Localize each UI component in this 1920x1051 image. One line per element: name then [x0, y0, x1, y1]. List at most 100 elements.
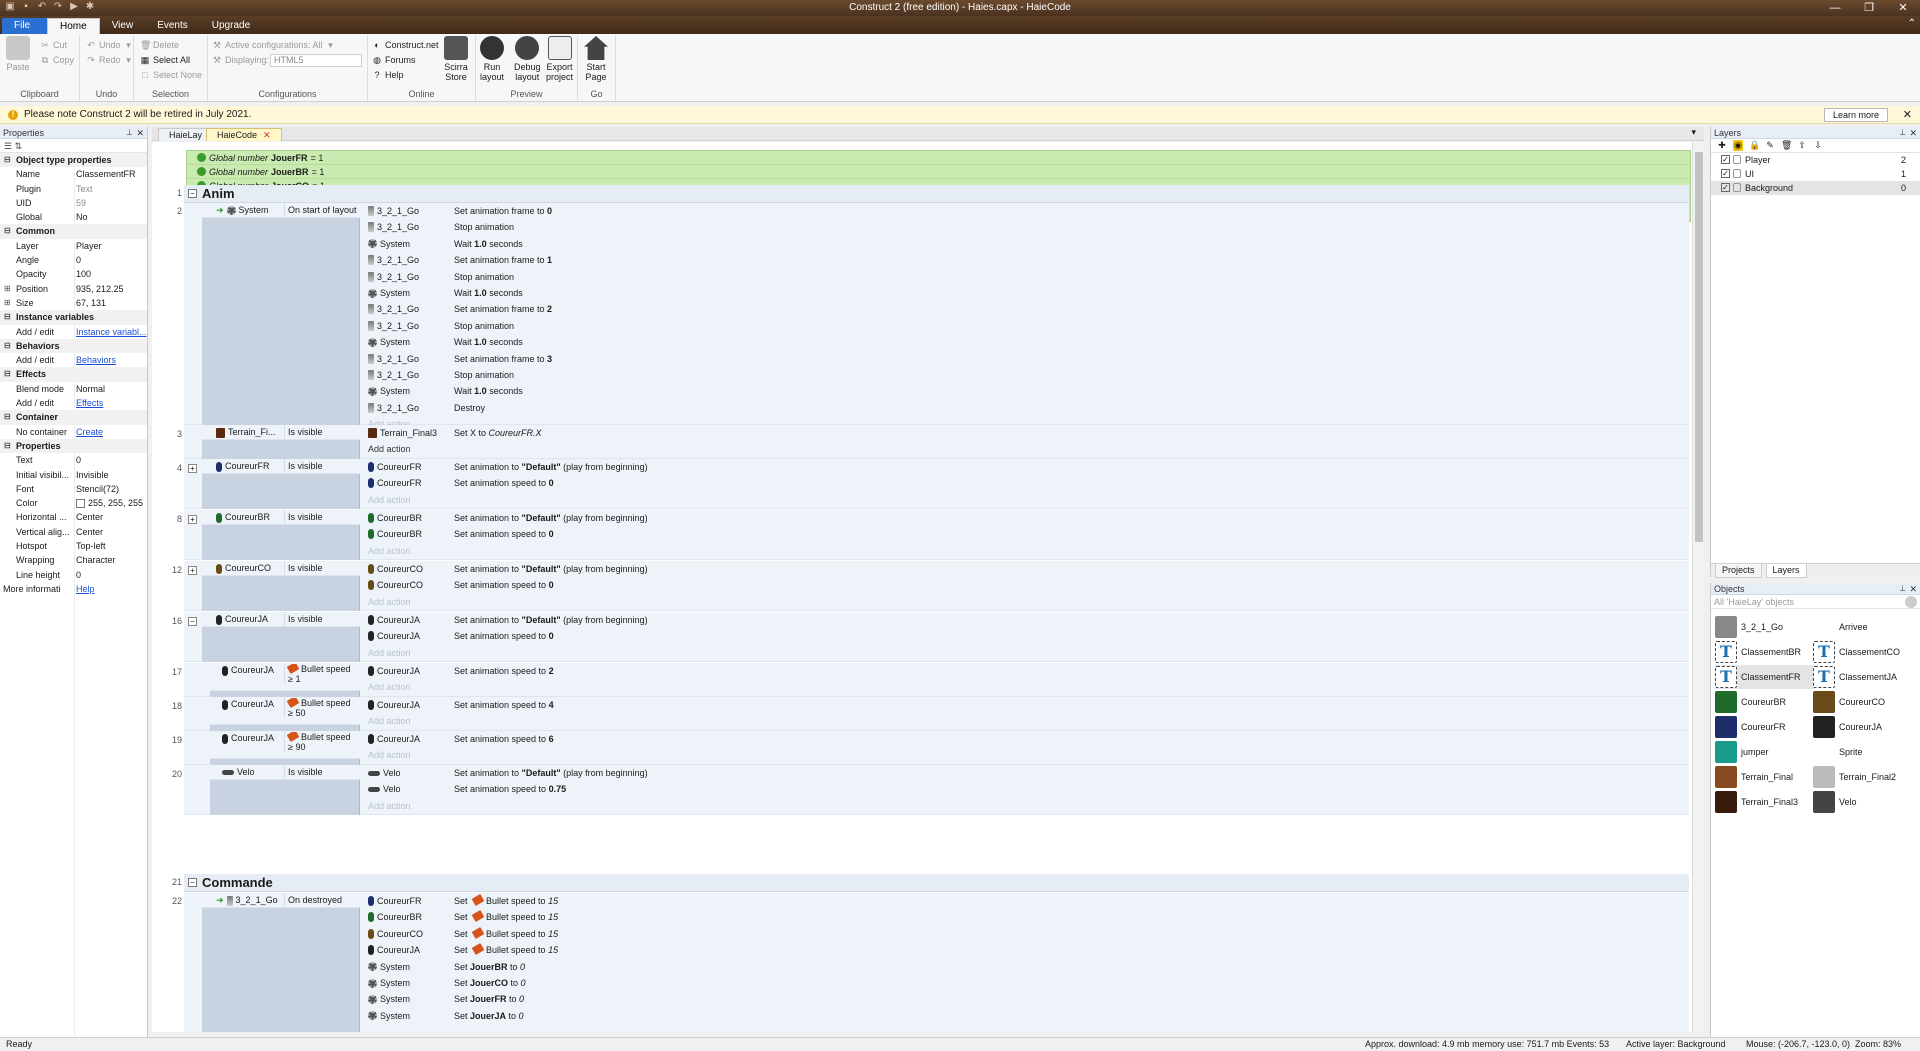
close-icon[interactable]: ✕ [1909, 127, 1917, 139]
collapse-icon[interactable]: ⊟ [4, 367, 11, 381]
layer-lock-icon[interactable] [1733, 155, 1741, 164]
action-row[interactable]: CoureurBR Set animation speed to 0 [366, 526, 1688, 542]
object-item[interactable]: 3_2_1_Go [1715, 615, 1815, 639]
lock-icon[interactable]: 🔒 [1749, 140, 1760, 151]
displaying-select[interactable]: HTML5 [270, 54, 362, 67]
property-row[interactable]: Wrapping Character [0, 553, 147, 567]
action-row[interactable]: Terrain_Final3 Set X to CoureurFR.X [366, 425, 1688, 441]
object-item[interactable]: T ClassementJA [1813, 665, 1913, 689]
close-button[interactable]: ✕ [1886, 0, 1920, 16]
layer-row[interactable]: ✓ UI 1 [1711, 167, 1920, 181]
action-row[interactable]: CoureurCO Set animation speed to 0 [366, 577, 1688, 593]
property-value[interactable]: Effects [76, 396, 147, 410]
pin-icon[interactable]: ⊥ [1899, 127, 1906, 139]
property-row[interactable]: Add / edit Behaviors [0, 353, 147, 367]
property-row[interactable]: Layer Player [0, 239, 147, 253]
condition-row[interactable]: CoureurJA Bullet speed ≥ 1 [210, 663, 360, 691]
action-row[interactable]: 3_2_1_Go Stop animation [366, 219, 1688, 235]
action-row[interactable]: System Set JouerCO to 0 [366, 975, 1688, 991]
maximize-button[interactable]: ❐ [1852, 0, 1886, 16]
condition-row[interactable]: CoureurFR Is visible [202, 459, 360, 474]
condition-row[interactable]: ➜ System On start of layout [202, 203, 360, 218]
scrollbar-thumb[interactable] [1695, 152, 1703, 542]
expand-icon[interactable]: ⊞ [4, 282, 11, 296]
property-row[interactable]: Opacity 100 [0, 267, 147, 281]
add-action-link[interactable]: Add action [366, 679, 1688, 695]
object-item[interactable]: Terrain_Final3 [1715, 790, 1815, 814]
collapse-icon[interactable]: ⊟ [4, 439, 11, 453]
condition-row[interactable]: Terrain_Fi... Is visible [202, 425, 360, 440]
property-value[interactable]: Stencil(72) [76, 482, 147, 496]
action-row[interactable]: CoureurFR Set animation to "Default" (pla… [366, 459, 1688, 475]
edit-icon[interactable]: ✎ [1765, 140, 1775, 151]
action-row[interactable]: Velo Set animation to "Default" (play fro… [366, 765, 1688, 781]
property-value[interactable]: 0 [76, 253, 147, 267]
action-row[interactable]: CoureurJA Set animation speed to 2 [366, 663, 1688, 679]
close-icon[interactable]: ✕ [136, 127, 144, 139]
expand-icon[interactable]: + [188, 515, 197, 524]
action-row[interactable]: System Wait 1.0 seconds [366, 285, 1688, 301]
property-row[interactable]: Name ClassementFR [0, 167, 147, 181]
collapse-icon[interactable]: ⊟ [4, 153, 11, 167]
property-row[interactable]: Add / edit Effects [0, 396, 147, 410]
global-variable[interactable]: Global number JouerFR = 1 [187, 151, 1690, 165]
action-row[interactable]: System Set JouerFR to 0 [366, 991, 1688, 1007]
add-action-link[interactable]: Add action [366, 645, 1688, 661]
tab-view[interactable]: View [100, 18, 146, 34]
learn-more-button[interactable]: Learn more [1823, 108, 1888, 122]
move-down-icon[interactable]: ⇩ [1813, 140, 1823, 151]
add-action-link[interactable]: Add action [366, 492, 1688, 508]
add-action-link[interactable]: Add action [366, 798, 1688, 814]
action-row[interactable]: CoureurJA Set animation speed to 0 [366, 628, 1688, 644]
debug-layout-button[interactable]: Debug layout [514, 36, 541, 82]
action-row[interactable]: 3_2_1_Go Set animation frame to 0 [366, 203, 1688, 219]
property-value[interactable]: Center [76, 510, 147, 524]
tab-upgrade[interactable]: Upgrade [200, 18, 262, 34]
condition-row[interactable]: CoureurJA Bullet speed ≥ 50 [210, 697, 360, 725]
categorized-icon[interactable]: ☰ [4, 141, 12, 151]
property-value[interactable]: Normal [76, 382, 147, 396]
redo-button[interactable]: ↷ Redo ▾ [86, 55, 134, 65]
action-row[interactable]: CoureurFR Set animation speed to 0 [366, 475, 1688, 491]
action-row[interactable]: 3_2_1_Go Stop animation [366, 367, 1688, 383]
action-row[interactable]: CoureurJA Set animation speed to 6 [366, 731, 1688, 747]
property-row[interactable]: Angle 0 [0, 253, 147, 267]
collapse-icon[interactable]: ⊟ [4, 339, 11, 353]
property-row[interactable]: UID 59 [0, 196, 147, 210]
object-item[interactable]: CoureurJA [1813, 715, 1913, 739]
property-value[interactable]: Behaviors [76, 353, 147, 367]
collapse-icon[interactable]: ⊟ [4, 310, 11, 324]
action-row[interactable]: CoureurBR Set animation to "Default" (pla… [366, 510, 1688, 526]
cut-button[interactable]: ✂ Cut [40, 40, 67, 50]
action-row[interactable]: System Set JouerBR to 0 [366, 959, 1688, 975]
action-row[interactable]: CoureurCO Set animation to "Default" (pla… [366, 561, 1688, 577]
action-row[interactable]: 3_2_1_Go Set animation frame to 1 [366, 252, 1688, 268]
action-row[interactable]: CoureurFR Set Bullet speed to 15 [366, 893, 1688, 909]
minimize-button[interactable]: — [1818, 0, 1852, 16]
action-row[interactable]: System Wait 1.0 seconds [366, 334, 1688, 350]
property-row[interactable]: Blend mode Normal [0, 382, 147, 396]
close-icon[interactable]: ✕ [1909, 583, 1917, 595]
layer-row[interactable]: ✓ Background 0 [1711, 181, 1920, 195]
action-row[interactable]: System Wait 1.0 seconds [366, 383, 1688, 399]
filter-icon[interactable] [1905, 596, 1917, 608]
object-item[interactable]: CoureurBR [1715, 690, 1815, 714]
tab-file[interactable]: File [2, 18, 47, 34]
property-value[interactable]: 67, 131 [76, 296, 147, 310]
property-value[interactable]: Invisible [76, 468, 147, 482]
pin-icon[interactable]: ⊥ [1899, 583, 1906, 595]
objects-filter[interactable]: All 'HaieLay' objects [1711, 595, 1920, 609]
object-item[interactable]: CoureurFR [1715, 715, 1815, 739]
pin-icon[interactable]: ⊥ [126, 127, 133, 139]
property-value[interactable]: ClassementFR [76, 167, 147, 181]
condition-row[interactable]: CoureurJA Bullet speed ≥ 90 [210, 731, 360, 759]
property-row[interactable]: Hotspot Top-left [0, 539, 147, 553]
property-value[interactable]: Help [76, 582, 147, 596]
object-item[interactable]: Terrain_Final [1715, 765, 1815, 789]
eye-icon[interactable]: ◉ [1733, 140, 1743, 151]
export-project-button[interactable]: Export project [546, 36, 573, 82]
object-item[interactable]: T ClassementBR [1715, 640, 1815, 664]
tab-haielay[interactable]: HaieLay [158, 128, 214, 141]
help-link[interactable]: ? Help [372, 70, 403, 80]
action-row[interactable]: CoureurJA Set animation to "Default" (pla… [366, 612, 1688, 628]
